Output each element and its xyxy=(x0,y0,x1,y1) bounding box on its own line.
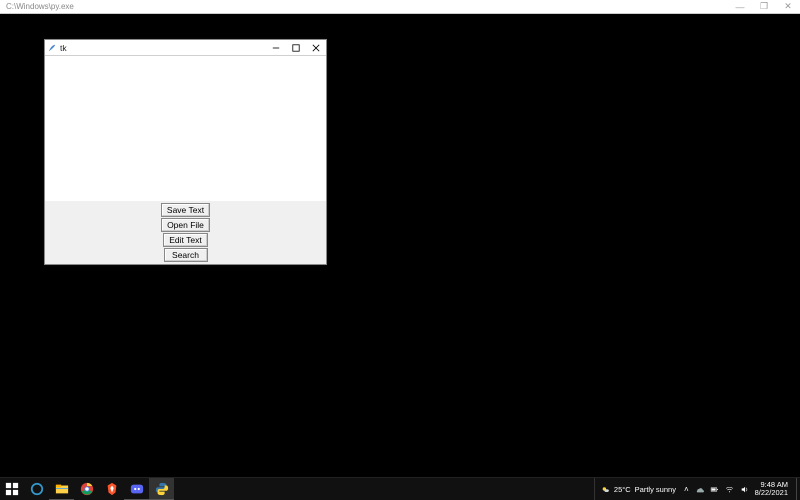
parent-close-button[interactable]: ✕ xyxy=(776,0,800,14)
show-desktop-button[interactable] xyxy=(796,478,800,500)
system-tray: ˄ 9:48 AM 8/22/2021 xyxy=(682,478,796,500)
wifi-tray-icon[interactable] xyxy=(725,485,734,494)
open-file-button[interactable]: Open File xyxy=(161,218,210,232)
show-hidden-icons-button[interactable]: ˄ xyxy=(684,485,689,494)
tk-close-button[interactable] xyxy=(306,40,326,56)
tk-window: tk Save Text Open File Edit Text Search xyxy=(44,39,327,265)
taskbar-app-brave[interactable] xyxy=(99,478,124,500)
tk-maximize-button[interactable] xyxy=(286,40,306,56)
tk-window-title: tk xyxy=(60,43,266,53)
taskbar-app-discord[interactable] xyxy=(124,478,149,500)
tk-button-frame: Save Text Open File Edit Text Search xyxy=(45,201,326,264)
taskbar-app-fileexplorer[interactable] xyxy=(49,478,74,500)
weather-temp: 25°C xyxy=(614,485,631,494)
taskbar-app-cortana[interactable] xyxy=(24,478,49,500)
clock-date: 8/22/2021 xyxy=(755,489,788,497)
volume-tray-icon[interactable] xyxy=(740,485,749,494)
tk-text-widget[interactable] xyxy=(45,56,326,201)
start-button[interactable] xyxy=(0,478,24,500)
taskbar: 25°C Partly sunny ˄ 9:48 AM 8/22/2021 xyxy=(0,477,800,500)
parent-window-titlebar: C:\Windows\py.exe — ❐ ✕ xyxy=(0,0,800,14)
weather-icon xyxy=(601,485,610,494)
tk-feather-icon xyxy=(48,44,56,52)
parent-window-title: C:\Windows\py.exe xyxy=(6,2,728,11)
edit-text-button[interactable]: Edit Text xyxy=(163,233,207,247)
search-button[interactable]: Search xyxy=(164,248,208,262)
tk-minimize-button[interactable] xyxy=(266,40,286,56)
onedrive-tray-icon[interactable] xyxy=(695,485,704,494)
tk-titlebar[interactable]: tk xyxy=(45,40,326,56)
parent-maximize-button[interactable]: ❐ xyxy=(752,0,776,14)
taskbar-clock[interactable]: 9:48 AM 8/22/2021 xyxy=(755,481,790,497)
taskbar-app-chrome[interactable] xyxy=(74,478,99,500)
weather-condition: Partly sunny xyxy=(635,485,676,494)
power-tray-icon[interactable] xyxy=(710,485,719,494)
taskbar-app-python[interactable] xyxy=(149,478,174,500)
save-text-button[interactable]: Save Text xyxy=(161,203,210,217)
taskbar-weather[interactable]: 25°C Partly sunny xyxy=(594,478,682,500)
parent-minimize-button[interactable]: — xyxy=(728,0,752,14)
